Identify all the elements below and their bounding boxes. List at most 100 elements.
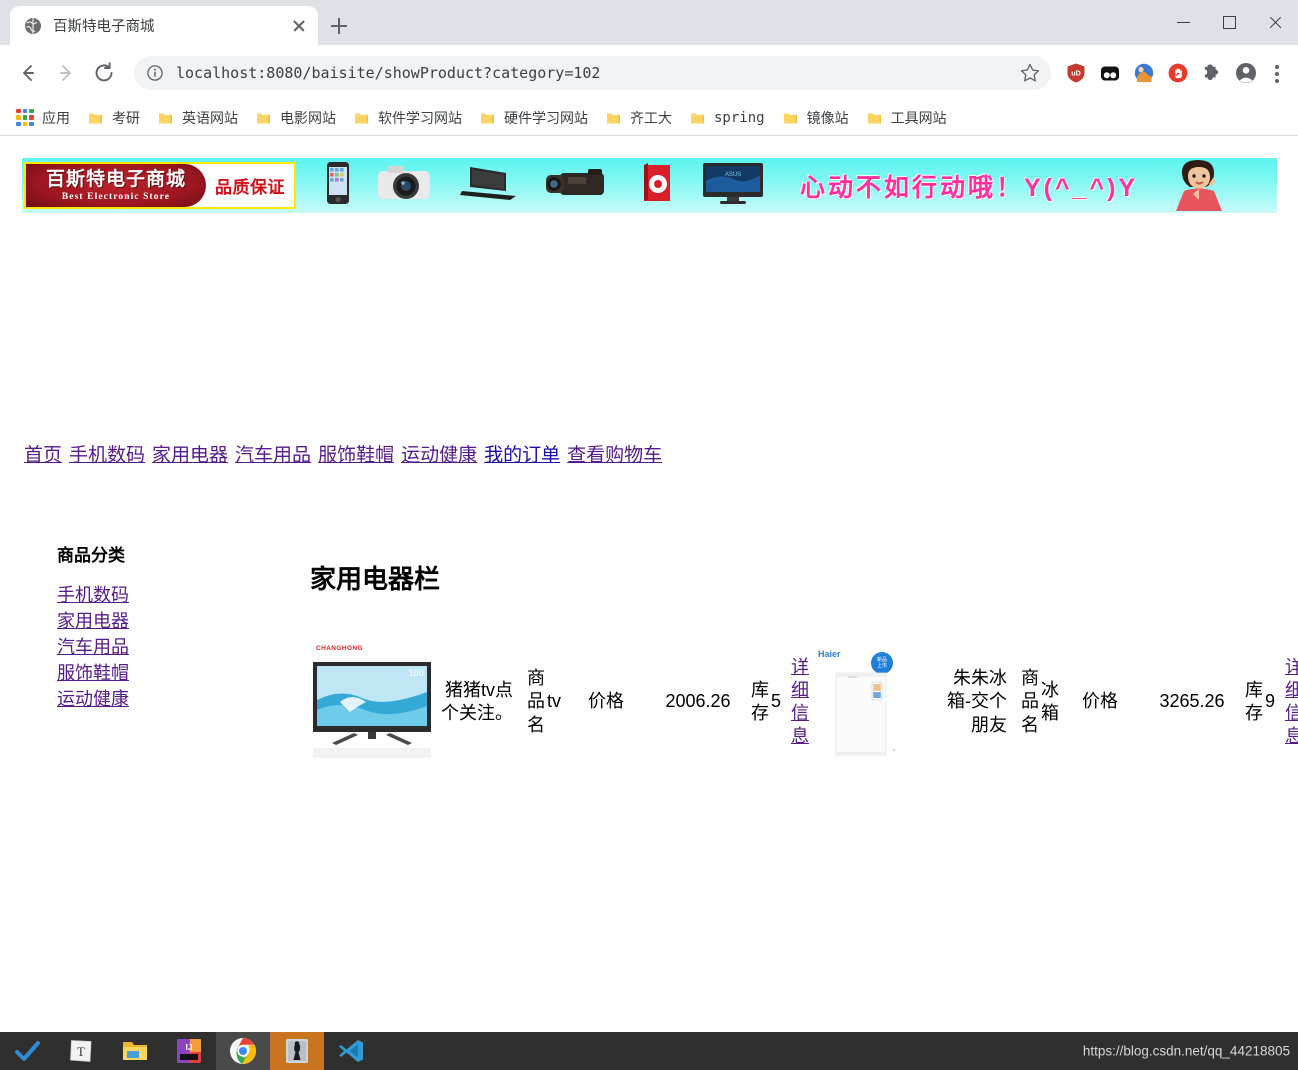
taskbar-intellij-idea[interactable]: IJ bbox=[162, 1032, 216, 1070]
minimize-button[interactable] bbox=[1160, 0, 1206, 45]
sidebar-item-phone-digital[interactable]: 手机数码 bbox=[57, 582, 141, 608]
camera-icon bbox=[374, 161, 434, 210]
banner-slogan: 心动不如行动哦！Y(^_^)Y bbox=[800, 173, 1139, 202]
product-row: CHANGHONG 100 猪猪tv点个关注。 商品名 tv 价格 2006.2… bbox=[310, 640, 809, 764]
nav-link-apparel[interactable]: 服饰鞋帽 bbox=[318, 445, 394, 466]
bookmark-spring[interactable]: spring bbox=[690, 110, 765, 126]
haier-refrigerator-image[interactable]: Haier 新品 上市 bbox=[804, 640, 928, 764]
folder-icon bbox=[690, 111, 705, 125]
sidebar-item-apparel[interactable]: 服饰鞋帽 bbox=[57, 660, 141, 686]
nav-link-home-appliance[interactable]: 家用电器 bbox=[152, 445, 228, 466]
svg-text:100: 100 bbox=[408, 668, 423, 678]
arrow-left-icon[interactable] bbox=[12, 57, 44, 89]
puzzle-extensions-icon[interactable] bbox=[1197, 58, 1227, 88]
product-detail-cell: 详细信息 bbox=[1278, 656, 1298, 748]
taskbar-checkmark-app[interactable] bbox=[0, 1032, 54, 1070]
product-stock-value: 9 bbox=[1265, 691, 1276, 712]
svg-text:uD: uD bbox=[1071, 68, 1081, 77]
panda-extension-icon[interactable] bbox=[1095, 58, 1125, 88]
taskbar-chrome[interactable] bbox=[216, 1032, 270, 1070]
logo-english-name: Best Electronic Store bbox=[61, 191, 171, 202]
model-photo bbox=[1160, 158, 1238, 213]
svg-text:ASUS: ASUS bbox=[725, 172, 741, 178]
bookmark-apps[interactable]: 应用 bbox=[16, 108, 70, 128]
bookmark-label: spring bbox=[714, 109, 765, 126]
product-list-section: 家用电器栏 CHANGHONG 100 猪猪tv点个关注。 商品名 tv 价格 … bbox=[310, 559, 1298, 764]
bookmark-movies[interactable]: 电影网站 bbox=[256, 108, 336, 128]
bookmark-label: 工具网站 bbox=[890, 109, 947, 126]
taskbar-vscode[interactable] bbox=[324, 1032, 378, 1070]
monitor-icon: ASUS bbox=[700, 161, 766, 210]
svg-text:IJ: IJ bbox=[185, 1042, 192, 1052]
product-name-value: 冰箱 bbox=[1041, 679, 1059, 723]
changhong-tv-image[interactable]: CHANGHONG 100 bbox=[310, 640, 434, 764]
logo-red-block: 百斯特电子商城 Best Electronic Store bbox=[26, 164, 206, 207]
taskbar-tomcat-app[interactable] bbox=[270, 1032, 324, 1070]
os-taskbar: T IJ https://blog.csdn.net/qq_44218805 bbox=[0, 1032, 1298, 1070]
bookmark-label: 电影网站 bbox=[280, 109, 336, 126]
nav-link-auto-products[interactable]: 汽车用品 bbox=[235, 445, 311, 466]
bookmark-hardware[interactable]: 硬件学习网站 bbox=[480, 108, 588, 128]
product-name-label: 商品名 bbox=[1021, 668, 1039, 735]
page-viewport: 百斯特电子商城 Best Electronic Store 品质保证 ASUS … bbox=[0, 136, 1298, 1032]
adblock-stop-icon[interactable] bbox=[1163, 58, 1193, 88]
folder-icon bbox=[158, 111, 173, 125]
product-stock-label: 库存 bbox=[751, 679, 769, 723]
sidebar-item-sports-health[interactable]: 运动健康 bbox=[57, 686, 141, 712]
product-price-value: 2006.26 bbox=[665, 691, 731, 712]
bookmark-qigongda[interactable]: 齐工大 bbox=[606, 108, 672, 128]
status-bar-url: https://blog.csdn.net/qq_44218805 bbox=[1082, 1043, 1290, 1059]
nav-link-sports-health[interactable]: 运动健康 bbox=[401, 445, 477, 466]
profile-avatar-icon[interactable] bbox=[1231, 58, 1261, 88]
product-stock-value: 5 bbox=[771, 691, 782, 712]
product-name-label: 商品名 bbox=[527, 668, 545, 735]
bookmark-tools[interactable]: 工具网站 bbox=[867, 108, 947, 128]
nav-link-my-orders[interactable]: 我的订单 bbox=[484, 445, 560, 466]
apps-grid-icon bbox=[16, 108, 34, 127]
category-sidebar: 商品分类 手机数码 家用电器 汽车用品 服饰鞋帽 运动健康 bbox=[57, 541, 207, 712]
kebab-menu-icon[interactable] bbox=[1264, 58, 1290, 88]
banner-product-icons: ASUS bbox=[326, 161, 766, 210]
bookmark-label: 镜像站 bbox=[806, 109, 849, 126]
svg-text:T: T bbox=[77, 1044, 85, 1059]
nav-link-home[interactable]: 首页 bbox=[24, 445, 62, 466]
folder-icon bbox=[354, 111, 369, 125]
nav-link-view-cart[interactable]: 查看购物车 bbox=[567, 445, 662, 466]
orange-circle-extension-icon[interactable] bbox=[1129, 58, 1159, 88]
browser-tab[interactable]: 百斯特电子商城 bbox=[10, 6, 318, 45]
nav-link-phone-digital[interactable]: 手机数码 bbox=[69, 445, 145, 466]
sidebar-item-auto-products[interactable]: 汽车用品 bbox=[57, 634, 141, 660]
bookmark-english[interactable]: 英语网站 bbox=[158, 108, 238, 128]
maximize-button[interactable] bbox=[1206, 0, 1252, 45]
taskbar-file-explorer[interactable] bbox=[108, 1032, 162, 1070]
product-detail-link[interactable]: 详细信息 bbox=[1285, 657, 1298, 746]
sidebar-item-home-appliance[interactable]: 家用电器 bbox=[57, 608, 141, 634]
bookmark-label: 考研 bbox=[112, 109, 140, 126]
url-text[interactable]: localhost:8080/baisite/showProduct?categ… bbox=[176, 64, 1015, 82]
ublock-shield-icon[interactable]: uD bbox=[1061, 58, 1091, 88]
page-title: 家用电器栏 bbox=[310, 564, 441, 594]
taskbar-typora-app[interactable]: T bbox=[54, 1032, 108, 1070]
bookmark-label: 软件学习网站 bbox=[378, 109, 462, 126]
reload-icon[interactable] bbox=[88, 57, 120, 89]
window-close-button[interactable] bbox=[1252, 0, 1298, 45]
folder-icon bbox=[867, 111, 882, 125]
quality-badge: 品质保证 bbox=[215, 178, 285, 197]
bookmark-mirrors[interactable]: 镜像站 bbox=[783, 108, 849, 128]
logo-chinese-name: 百斯特电子商城 bbox=[45, 168, 186, 190]
sidebar-title: 商品分类 bbox=[57, 546, 125, 565]
folder-icon bbox=[783, 111, 798, 125]
bookmark-software[interactable]: 软件学习网站 bbox=[354, 108, 462, 128]
arrow-right-icon[interactable] bbox=[50, 57, 82, 89]
address-bar[interactable]: localhost:8080/baisite/showProduct?categ… bbox=[134, 55, 1051, 90]
close-icon[interactable] bbox=[288, 15, 310, 37]
new-tab-button[interactable] bbox=[325, 12, 353, 40]
product-detail-cell: 详细信息 bbox=[784, 656, 809, 748]
info-circle-icon[interactable] bbox=[146, 64, 164, 82]
bookmark-kaoyan[interactable]: 考研 bbox=[88, 108, 140, 128]
product-price-label: 价格 bbox=[588, 691, 624, 712]
product-name-value: tv bbox=[547, 691, 562, 712]
browser-toolbar: localhost:8080/baisite/showProduct?categ… bbox=[0, 45, 1298, 100]
laptop-icon bbox=[458, 163, 518, 208]
star-icon[interactable] bbox=[1015, 58, 1045, 88]
